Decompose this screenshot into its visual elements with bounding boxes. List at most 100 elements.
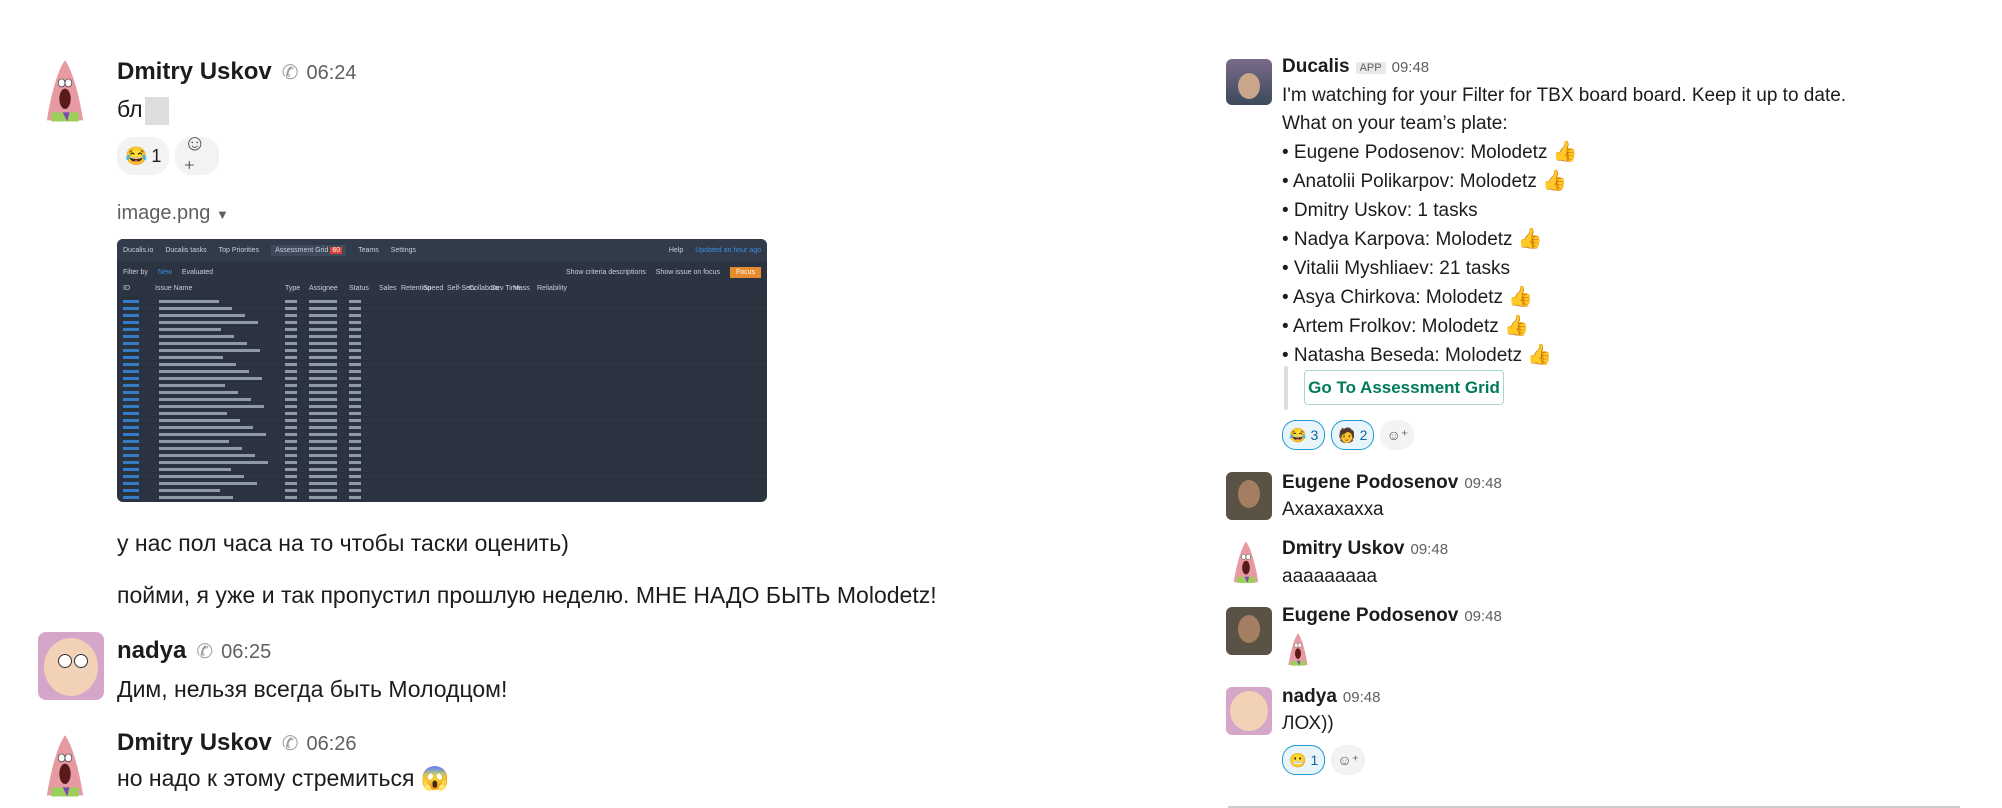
team-list-item: • Dmitry Uskov: 1 tasks <box>1282 196 1846 225</box>
timestamp[interactable]: 06:26 <box>307 733 357 755</box>
author-name[interactable]: Eugene Podosenov <box>1282 472 1458 493</box>
reaction-custom[interactable]: 🧑 2 <box>1331 420 1375 450</box>
thumb-column-header: ID <box>123 285 130 292</box>
thumb-row <box>117 325 767 332</box>
phone-icon: ✆ <box>281 733 299 755</box>
caret-down-icon[interactable]: ▼ <box>216 207 229 222</box>
thumb-toggle: Show criteria descriptions <box>565 268 646 276</box>
avatar-nadya[interactable] <box>1226 687 1272 735</box>
timestamp[interactable]: 09:48 <box>1411 541 1449 558</box>
reaction-joy[interactable]: 😂 1 <box>117 137 170 175</box>
thumb-row <box>117 339 767 346</box>
team-list-item: • Vitalii Myshliaev: 21 tasks <box>1282 254 1846 283</box>
avatar-dmitry[interactable] <box>1230 540 1262 586</box>
add-emoji-icon: ☺⁺ <box>1337 751 1360 768</box>
reaction-count: 3 <box>1310 427 1319 443</box>
timestamp[interactable]: 09:48 <box>1464 475 1502 492</box>
avatar-eugene[interactable] <box>1226 472 1272 520</box>
timestamp[interactable]: 09:48 <box>1392 59 1430 76</box>
thumb-column-header: Assignee <box>309 285 338 292</box>
thumb-nav: Ducalis.io Ducalis tasks Top Priorities … <box>117 239 767 261</box>
thumb-row <box>117 430 767 437</box>
avatar-eugene[interactable] <box>1226 607 1272 655</box>
author-name[interactable]: nadya <box>1282 686 1337 707</box>
add-reaction-button[interactable]: ☺⁺ <box>1380 420 1415 450</box>
thumb-row <box>117 297 767 304</box>
author-name[interactable]: nadya <box>117 637 186 664</box>
message-text: Ахахахахха <box>1282 499 1384 520</box>
thumb-filters: Filter by New Evaluated Show criteria de… <box>117 261 767 283</box>
patrick-sticker-icon <box>1286 630 1310 670</box>
reaction-joy[interactable]: 😂 3 <box>1282 420 1326 450</box>
timestamp[interactable]: 09:48 <box>1343 689 1381 706</box>
go-to-assessment-grid-button[interactable]: Go To Assessment Grid <box>1304 370 1504 405</box>
add-reaction-button[interactable]: ☺⁺ <box>1331 745 1366 775</box>
avatar-dmitry[interactable] <box>40 58 90 126</box>
reactions: 😂 1 ☺⁺ <box>117 130 225 181</box>
team-list-item: • Nadya Karpova: Molodetz 👍 <box>1282 225 1846 254</box>
add-emoji-icon: ☺⁺ <box>1386 426 1409 443</box>
avatar-nadya[interactable] <box>38 632 104 700</box>
thumb-row <box>117 353 767 360</box>
thumb-tab: Settings <box>390 246 417 254</box>
team-list-text: • Nadya Karpova: Molodetz <box>1282 229 1513 250</box>
thumb-filter: New <box>157 268 172 276</box>
thumbs-up-icon: 👍 <box>1508 286 1534 308</box>
author-name[interactable]: Eugene Podosenov <box>1282 605 1458 626</box>
thumbs-up-icon: 👍 <box>1527 344 1553 366</box>
thumb-row <box>117 416 767 423</box>
thumb-row <box>117 479 767 486</box>
scream-emoji-icon: 😱 <box>420 765 450 791</box>
joy-icon: 😂 <box>1289 426 1307 443</box>
redacted-block <box>144 96 169 125</box>
message-text-content: бл <box>117 96 143 122</box>
app-badge: APP <box>1355 61 1386 74</box>
thumbs-up-icon: 👍 <box>1542 170 1568 192</box>
team-list-item: • Asya Chirkova: Molodetz 👍 <box>1282 283 1846 312</box>
bot-message-body: I'm watching for your Filter for TBX boa… <box>1282 82 1846 370</box>
custom-emoji-icon: 🧑 <box>1338 426 1356 443</box>
image-thumbnail[interactable]: Ducalis.io Ducalis tasks Top Priorities … <box>117 239 767 502</box>
avatar-ducalis[interactable] <box>1226 59 1272 105</box>
thumb-column-header: Status <box>349 285 369 292</box>
thumb-row <box>117 423 767 430</box>
file-name[interactable]: image.png <box>117 202 210 224</box>
thumb-column-header: Sales <box>379 285 397 292</box>
thumb-filter-label: Filter by <box>123 268 148 276</box>
thumb-column-header: Mass <box>513 285 530 292</box>
avatar-dmitry[interactable] <box>40 733 90 801</box>
thumb-help: Help <box>668 246 684 254</box>
thumb-row <box>117 472 767 479</box>
add-emoji-icon: ☺⁺ <box>183 130 206 181</box>
message-text: aaaaaaaaa <box>1282 566 1378 587</box>
thumb-tab: Ducalis tasks <box>165 246 207 254</box>
timestamp[interactable]: 09:48 <box>1464 608 1502 625</box>
file-header[interactable]: image.png ▼ <box>117 202 229 225</box>
joy-icon: 😂 <box>125 145 148 166</box>
thumbs-up-icon: 👍 <box>1517 228 1543 250</box>
add-reaction-button[interactable]: ☺⁺ <box>175 130 220 181</box>
thumb-row <box>117 451 767 458</box>
message-line: I'm watching for your Filter for TBX boa… <box>1282 85 1847 106</box>
message-text: пойми, я уже и так пропустил прошлую нед… <box>117 582 937 608</box>
timestamp[interactable]: 06:24 <box>307 62 357 84</box>
thumb-row <box>117 444 767 451</box>
team-list-item: • Anatolii Polikarpov: Molodetz 👍 <box>1282 167 1846 196</box>
thumb-row <box>117 402 767 409</box>
thumb-columns: ID Issue Name Type Assignee Status Sales Reten… <box>117 283 767 297</box>
thumb-filter: Evaluated <box>181 268 214 276</box>
thumb-column-header: Speed <box>423 285 444 292</box>
author-name[interactable]: Dmitry Uskov <box>1282 538 1405 559</box>
reaction-grimace[interactable]: 😬 1 <box>1282 745 1326 775</box>
author-name[interactable]: Ducalis <box>1282 56 1350 77</box>
thumb-column-header: Issue Name <box>155 285 193 292</box>
reaction-count: 1 <box>151 145 162 166</box>
author-name[interactable]: Dmitry Uskov <box>117 58 272 85</box>
thumb-row <box>117 486 767 493</box>
author-name[interactable]: Dmitry Uskov <box>117 729 272 756</box>
timestamp[interactable]: 06:25 <box>221 641 271 663</box>
reactions: 😂 3 🧑 2 ☺⁺ <box>1282 420 1420 450</box>
thumb-rows <box>117 297 767 500</box>
message-line: What on your team’s plate: <box>1282 113 1508 134</box>
message-text: ЛОХ)) <box>1282 713 1334 734</box>
